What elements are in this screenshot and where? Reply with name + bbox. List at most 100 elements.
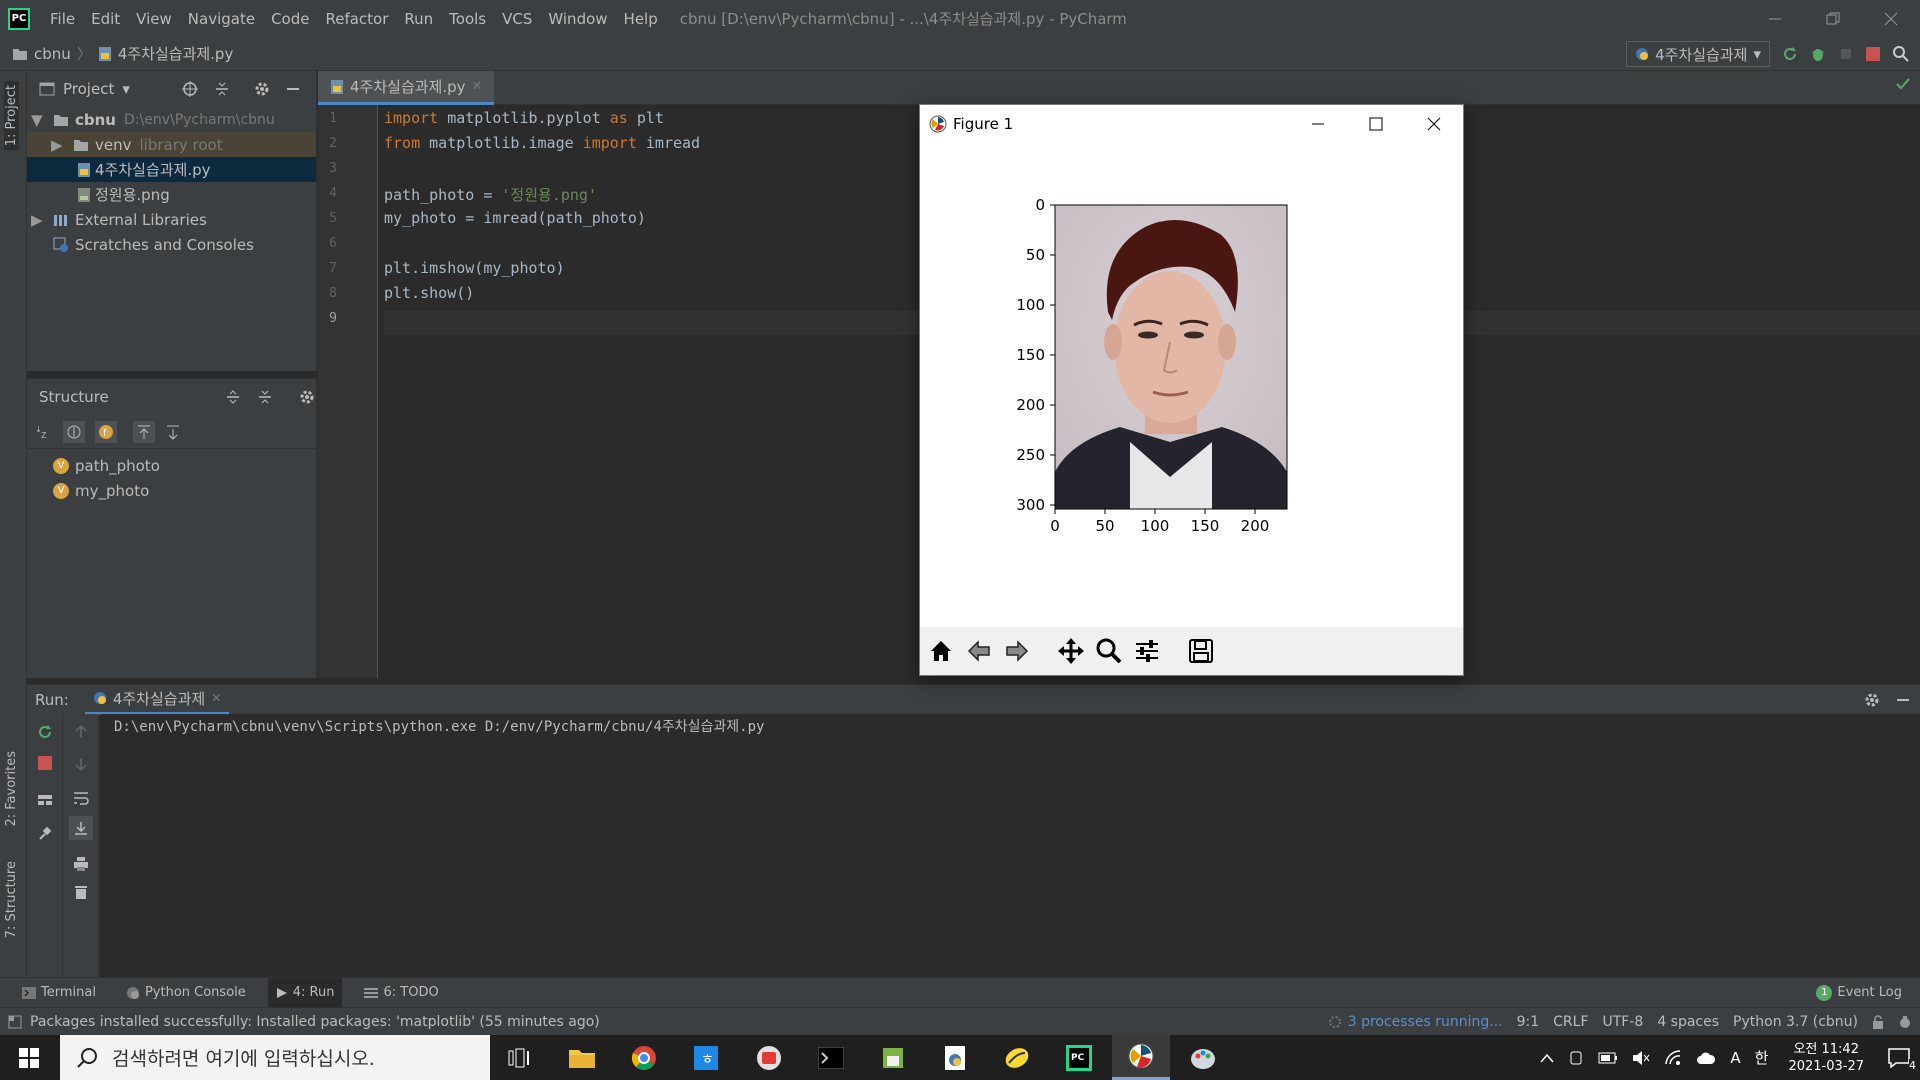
event-log-tab[interactable]: 1 Event Log xyxy=(1808,978,1910,1008)
caret-position[interactable]: 9:1 xyxy=(1517,1014,1540,1030)
app-yellow-icon[interactable] xyxy=(988,1035,1046,1080)
pin-icon[interactable] xyxy=(37,826,53,842)
debug-icon[interactable] xyxy=(1810,46,1826,62)
status-toggle-icon[interactable] xyxy=(8,1015,22,1029)
structure-item[interactable]: V my_photo xyxy=(27,478,316,503)
wifi-icon[interactable] xyxy=(1664,1049,1682,1066)
chrome-icon[interactable] xyxy=(615,1035,673,1080)
coverage-icon[interactable] xyxy=(1838,46,1854,62)
configure-icon[interactable] xyxy=(1130,633,1164,669)
save-icon[interactable] xyxy=(1184,633,1218,669)
app-green-icon[interactable] xyxy=(864,1035,922,1080)
menu-edit[interactable]: Edit xyxy=(91,10,120,28)
breadcrumb-project[interactable]: cbnu xyxy=(34,45,71,63)
tree-item-scratches[interactable]: Scratches and Consoles xyxy=(27,232,316,257)
scroll-down-icon[interactable] xyxy=(73,756,89,772)
forward-icon[interactable] xyxy=(1000,633,1034,669)
menu-navigate[interactable]: Navigate xyxy=(188,10,255,28)
lock-icon[interactable] xyxy=(1872,1015,1884,1029)
restore-button[interactable] xyxy=(1804,0,1862,37)
run-console[interactable]: D:\env\Pycharm\cbnu\venv\Scripts\python.… xyxy=(100,714,1920,977)
hide-panel-icon[interactable] xyxy=(286,82,300,96)
home-icon[interactable] xyxy=(924,633,958,669)
menu-tools[interactable]: Tools xyxy=(449,10,486,28)
structure-item[interactable]: V path_photo xyxy=(27,453,316,478)
menu-view[interactable]: View xyxy=(136,10,172,28)
expand-all-icon[interactable] xyxy=(225,389,241,405)
terminal-app-icon[interactable] xyxy=(802,1035,860,1080)
menu-code[interactable]: Code xyxy=(271,10,309,28)
show-inherited-icon[interactable] xyxy=(63,420,85,443)
close-icon[interactable]: ✕ xyxy=(472,79,483,94)
tree-item-main-py[interactable]: 4주차실습과제.py xyxy=(27,157,316,182)
autoscroll-to-source-icon[interactable] xyxy=(133,420,155,443)
file-explorer-icon[interactable] xyxy=(553,1035,611,1080)
show-fields-icon[interactable]: f xyxy=(95,420,117,443)
menu-refactor[interactable]: Refactor xyxy=(325,10,388,28)
menu-help[interactable]: Help xyxy=(624,10,658,28)
device-icon[interactable] xyxy=(1568,1050,1584,1066)
start-button[interactable] xyxy=(0,1035,58,1080)
menu-run[interactable]: Run xyxy=(404,10,433,28)
tree-item-venv[interactable]: ▶ venv library root xyxy=(27,132,316,157)
indent-setting[interactable]: 4 spaces xyxy=(1657,1014,1719,1030)
app-red-icon[interactable] xyxy=(740,1035,798,1080)
gear-icon[interactable] xyxy=(1864,692,1880,708)
cloud-icon[interactable] xyxy=(1696,1051,1716,1065)
hide-panel-icon[interactable] xyxy=(1896,693,1910,707)
search-everywhere-icon[interactable] xyxy=(1892,45,1910,63)
minimize-button[interactable] xyxy=(1746,0,1804,37)
project-panel-title[interactable]: Project xyxy=(63,80,114,98)
collapse-all-icon[interactable] xyxy=(257,389,273,405)
rerun-icon[interactable] xyxy=(1782,46,1798,62)
battery-icon[interactable] xyxy=(1598,1052,1618,1064)
menu-window[interactable]: Window xyxy=(548,10,607,28)
python-interpreter[interactable]: Python 3.7 (cbnu) xyxy=(1733,1014,1858,1030)
rerun-icon[interactable] xyxy=(37,724,53,740)
run-tool-tab[interactable]: 4: Run xyxy=(267,977,343,1008)
matplotlib-app-icon[interactable] xyxy=(1112,1035,1170,1080)
run-tab[interactable]: 4주차실습과제 ✕ xyxy=(84,685,230,715)
layout-icon[interactable] xyxy=(37,792,53,808)
close-button[interactable] xyxy=(1405,105,1463,142)
terminal-tab[interactable]: Terminal xyxy=(14,978,104,1008)
chevron-down-icon[interactable]: ▾ xyxy=(122,80,130,98)
trash-icon[interactable] xyxy=(73,884,89,900)
chevron-up-icon[interactable] xyxy=(1540,1053,1554,1063)
tree-item-cbnu[interactable]: ▼ cbnu D:\env\Pycharm\cbnu xyxy=(27,107,316,132)
back-icon[interactable] xyxy=(962,633,996,669)
gear-icon[interactable] xyxy=(299,389,315,405)
taskbar-search[interactable]: 검색하려면 여기에 입력하십시오. xyxy=(60,1035,490,1080)
menu-vcs[interactable]: VCS xyxy=(502,10,532,28)
notification-icon[interactable]: 4 xyxy=(1888,1047,1916,1072)
zoom-icon[interactable] xyxy=(1092,633,1126,669)
stop-icon[interactable] xyxy=(38,756,52,770)
status-message[interactable]: Packages installed successfully: Install… xyxy=(30,1014,600,1030)
collapse-all-icon[interactable] xyxy=(214,81,230,97)
inspector-icon[interactable] xyxy=(1898,1015,1912,1029)
scroll-to-end-icon[interactable] xyxy=(69,816,93,840)
run-config-select[interactable]: 4주차실습과제 ▾ xyxy=(1626,41,1770,67)
python-console-tab[interactable]: Python Console xyxy=(118,978,254,1008)
autoscroll-from-source-icon[interactable] xyxy=(165,424,181,440)
app-blue-icon[interactable]: ㅎ xyxy=(677,1035,735,1080)
line-separator[interactable]: CRLF xyxy=(1553,1014,1588,1030)
project-tool-tab[interactable]: 1: Project xyxy=(4,81,19,151)
pycharm-app-icon[interactable]: PC xyxy=(1050,1035,1108,1080)
favorites-tool-tab[interactable]: 2: Favorites xyxy=(4,751,19,827)
editor-tab[interactable]: 4주차실습과제.py ✕ xyxy=(318,71,495,105)
soft-wrap-icon[interactable] xyxy=(73,790,89,806)
gear-icon[interactable] xyxy=(254,81,270,97)
clock[interactable]: 오전 11:42 2021-03-27 xyxy=(1788,1041,1864,1075)
background-processes[interactable]: 3 processes running... xyxy=(1348,1014,1503,1030)
menu-file[interactable]: File xyxy=(50,10,75,28)
sort-alpha-icon[interactable]: ↓ Z xyxy=(35,423,53,441)
pan-icon[interactable] xyxy=(1054,633,1088,669)
speaker-muted-icon[interactable] xyxy=(1632,1050,1650,1066)
print-icon[interactable] xyxy=(73,856,89,872)
structure-tool-tab[interactable]: 7: Structure xyxy=(4,861,19,938)
tree-item-png[interactable]: 정원용.png xyxy=(27,182,316,207)
task-view-icon[interactable] xyxy=(490,1035,548,1080)
python-file-app-icon[interactable] xyxy=(926,1035,984,1080)
todo-tab[interactable]: 6: TODO xyxy=(356,978,446,1008)
